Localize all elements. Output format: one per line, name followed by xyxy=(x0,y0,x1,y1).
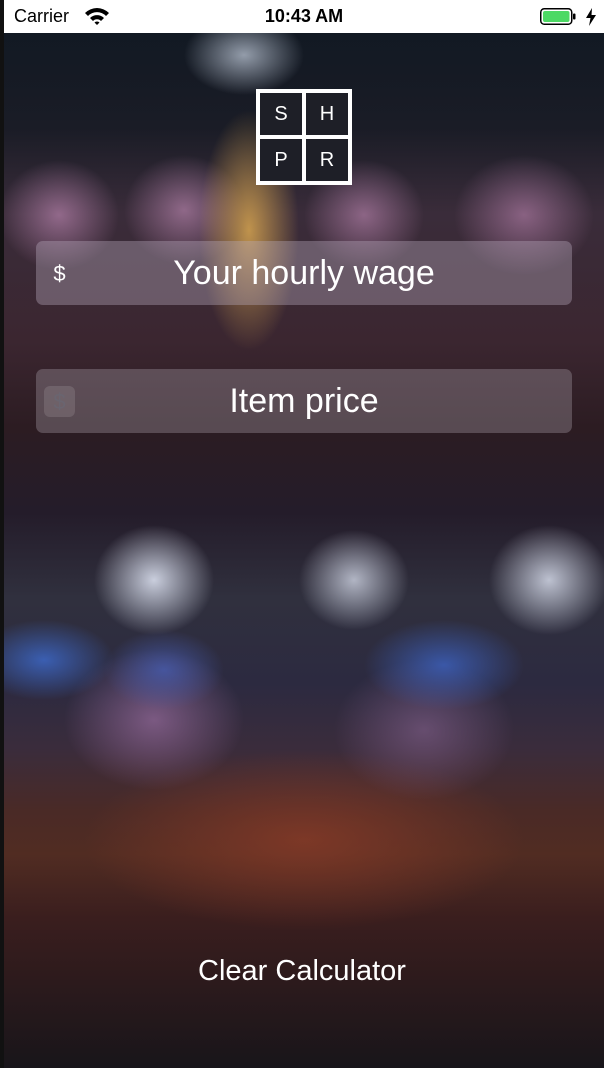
logo-letter-s: S xyxy=(260,93,302,135)
hourly-wage-placeholder: Your hourly wage xyxy=(173,253,435,292)
hourly-wage-field[interactable]: $ Your hourly wage xyxy=(36,241,572,305)
logo-letter-p: P xyxy=(260,139,302,181)
logo-letter-r: R xyxy=(306,139,348,181)
clear-calculator-button[interactable]: Clear Calculator xyxy=(0,955,604,988)
battery-icon xyxy=(540,8,576,25)
app-screen: Carrier 10:43 AM S H P R $ Your hourly w… xyxy=(0,0,604,1068)
status-bar: Carrier 10:43 AM xyxy=(4,0,604,33)
app-logo: S H P R xyxy=(256,89,352,185)
charging-bolt-icon xyxy=(585,7,597,27)
status-time: 10:43 AM xyxy=(264,6,344,26)
logo-letter-h: H xyxy=(306,93,348,135)
item-price-field[interactable]: $ Item price xyxy=(36,369,572,433)
item-price-placeholder: Item price xyxy=(229,381,379,420)
